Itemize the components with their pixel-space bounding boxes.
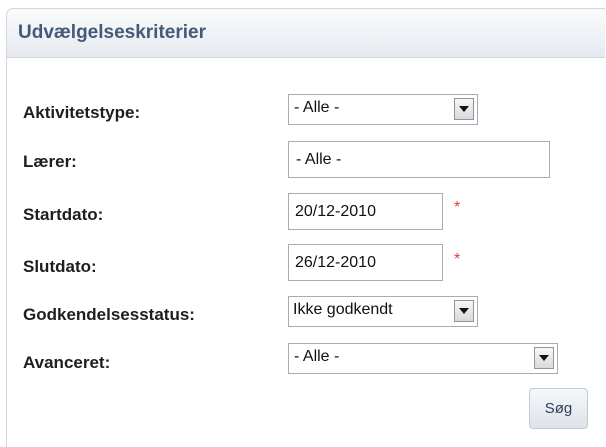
start-date-required-mark: *: [454, 199, 461, 216]
start-date-label: Startdato:: [23, 205, 104, 224]
end-date-field[interactable]: 26/12-2010: [288, 244, 443, 281]
approval-status-select[interactable]: Ikke godkendt: [288, 296, 478, 327]
chevron-down-icon[interactable]: [454, 98, 474, 120]
start-date-field[interactable]: 20/12-2010: [288, 193, 443, 230]
advanced-select[interactable]: - Alle -: [288, 343, 558, 374]
teacher-label: Lærer:: [23, 152, 77, 171]
teacher-value: - Alle -: [296, 151, 342, 168]
approval-status-value: Ikke godkendt: [293, 301, 393, 318]
activity-type-select[interactable]: - Alle -: [288, 94, 478, 125]
approval-status-label: Godkendelsesstatus:: [23, 305, 195, 324]
end-date-value: 26/12-2010: [295, 254, 376, 271]
chevron-down-icon[interactable]: [454, 300, 474, 322]
start-date-value: 20/12-2010: [295, 203, 376, 220]
activity-type-value: - Alle -: [294, 99, 340, 116]
advanced-value: - Alle -: [294, 348, 340, 365]
end-date-required-mark: *: [454, 251, 461, 268]
teacher-field[interactable]: - Alle -: [288, 141, 550, 178]
search-button[interactable]: Søg: [529, 388, 588, 429]
chevron-down-icon[interactable]: [534, 347, 554, 369]
panel-title: Udvælgelseskriterier: [7, 9, 605, 58]
advanced-label: Avanceret:: [23, 353, 111, 372]
end-date-label: Slutdato:: [23, 257, 97, 276]
activity-type-label: Aktivitetstype:: [23, 103, 141, 122]
